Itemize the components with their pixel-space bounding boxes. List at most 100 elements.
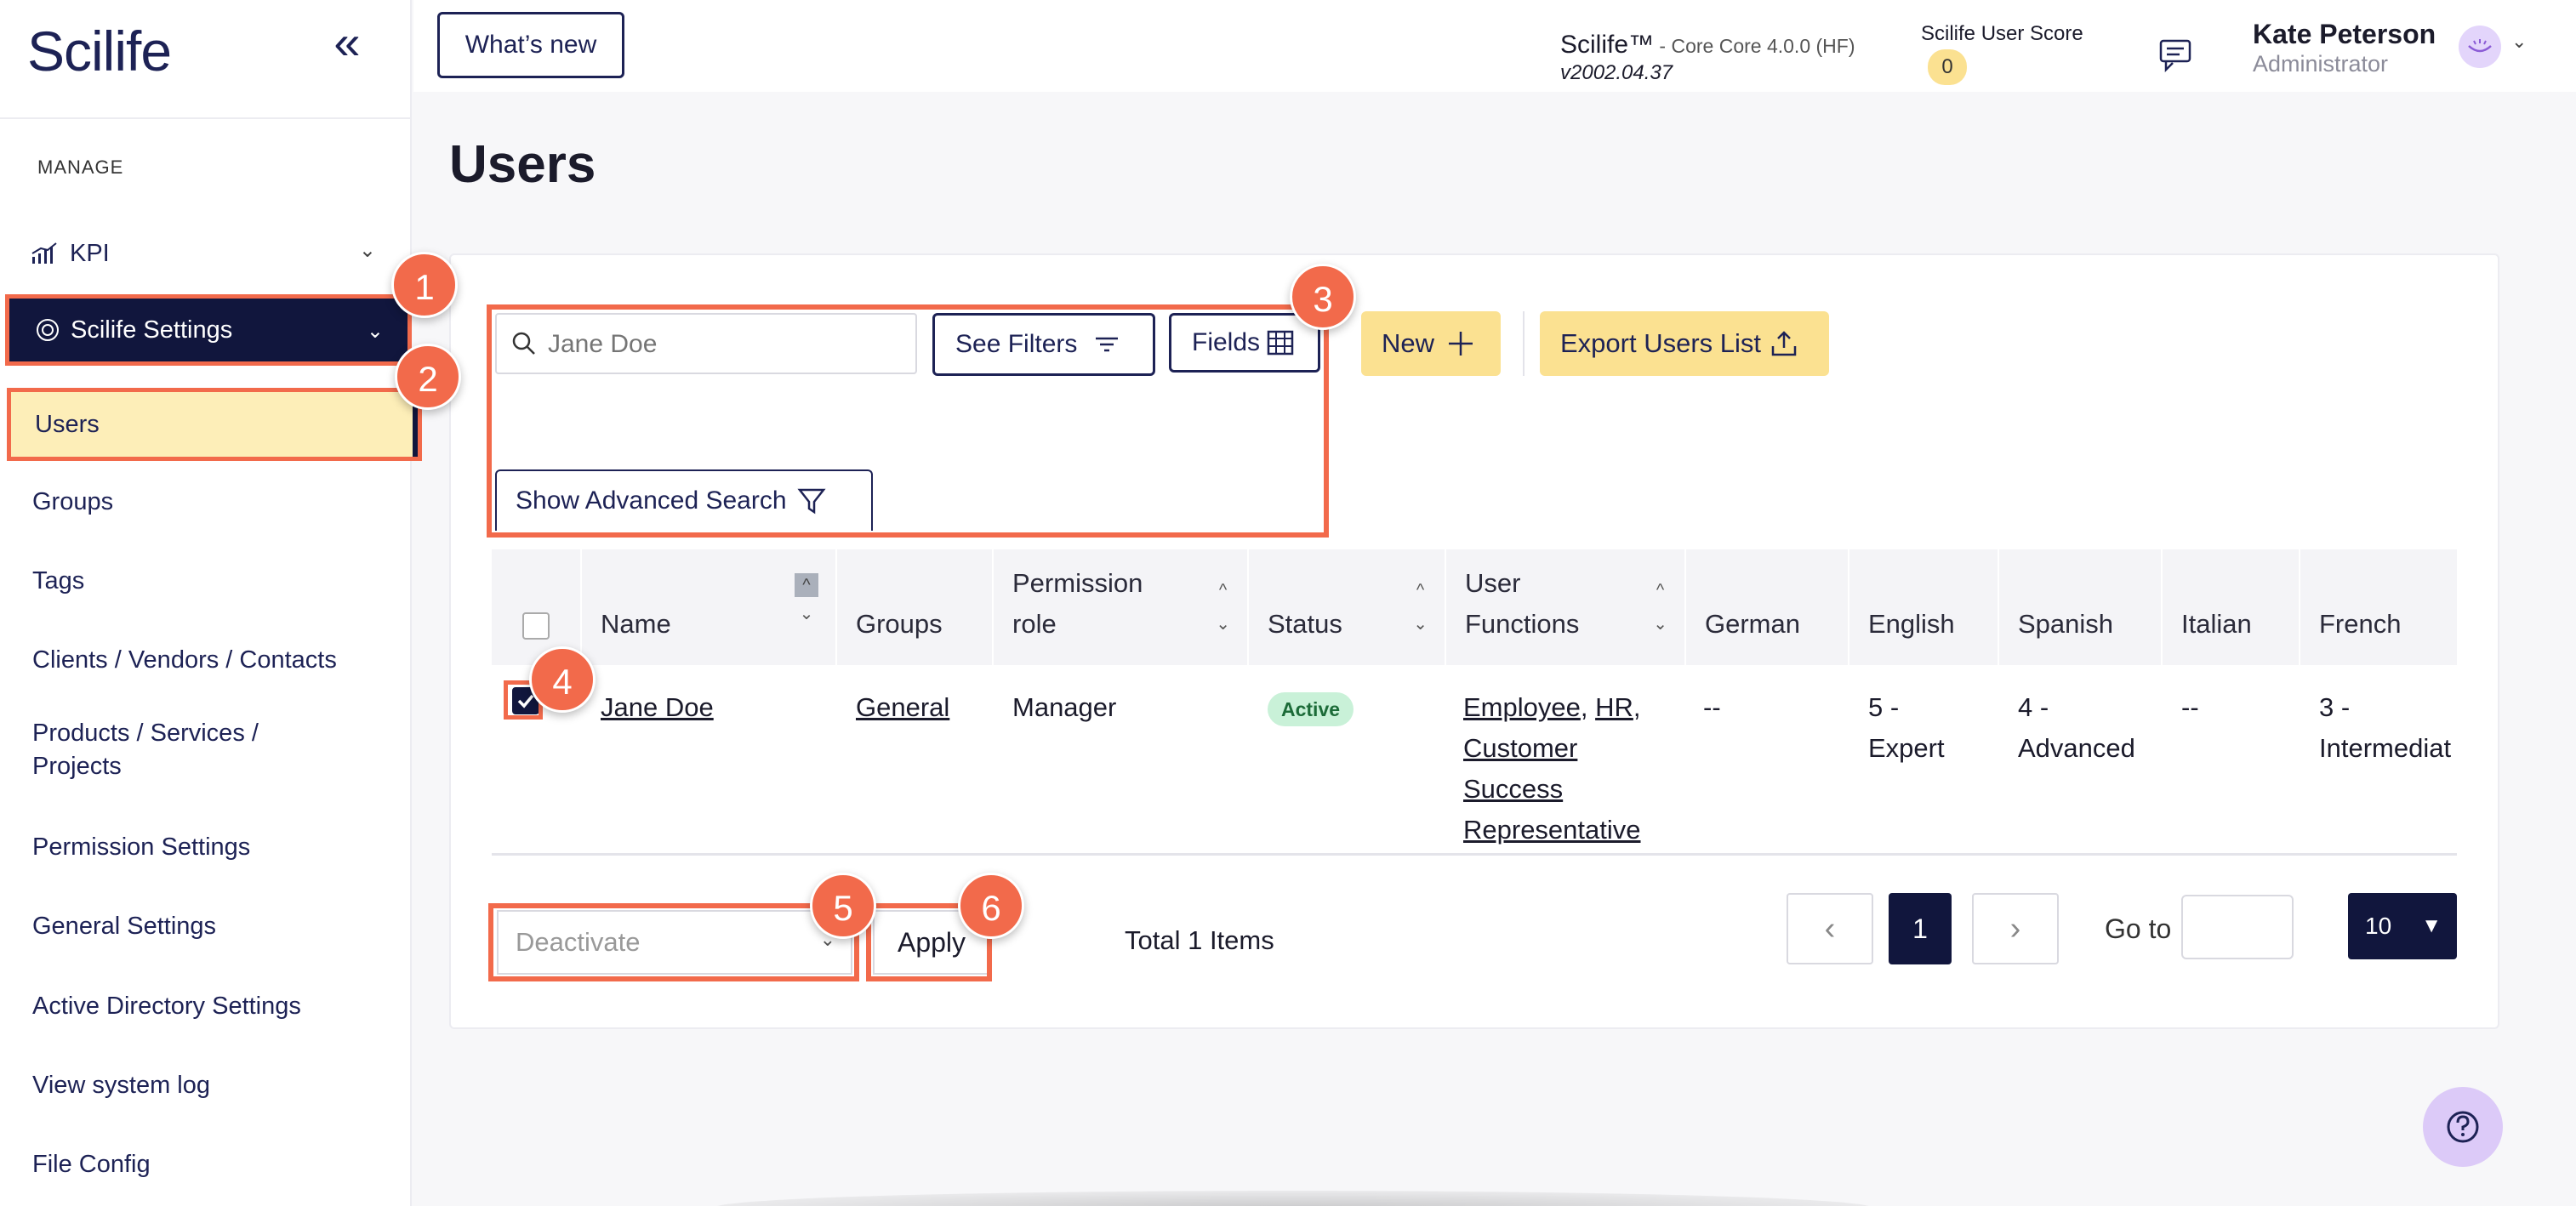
- chat-feedback-icon[interactable]: [2154, 39, 2193, 73]
- group-link[interactable]: General: [856, 692, 949, 722]
- sidebar-item-active-directory[interactable]: Active Directory Settings: [32, 993, 301, 1021]
- sidebar-item-groups[interactable]: Groups: [32, 488, 113, 516]
- english-level: 5 -: [1868, 692, 1900, 722]
- row-functions-cell: Employee, HR, Customer Success Represent…: [1463, 692, 1641, 845]
- header-name-label: Name: [601, 609, 671, 639]
- header-permission-label: Permission role: [1012, 563, 1143, 645]
- page-size-select[interactable]: 10 ▼: [2348, 893, 2457, 959]
- sort-toggle-icon[interactable]: ^ ⌄: [795, 573, 818, 631]
- sidebar-item-tags[interactable]: Tags: [32, 567, 84, 595]
- section-label-manage: MANAGE: [37, 156, 124, 178]
- chevron-down-icon[interactable]: ⌄: [2511, 31, 2527, 53]
- plus-icon: [1449, 332, 1473, 356]
- callout-badge: 1: [391, 252, 458, 318]
- function-link[interactable]: Representative: [1463, 815, 1641, 845]
- top-bar: [413, 0, 2576, 92]
- collapse-sidebar-icon[interactable]: «: [325, 19, 369, 70]
- select-all-checkbox[interactable]: [522, 612, 550, 640]
- english-level-name: Expert: [1868, 733, 1945, 763]
- sidebar-item-system-log[interactable]: View system log: [32, 1072, 210, 1100]
- status-badge: Active: [1268, 692, 1354, 726]
- avatar[interactable]: [2459, 26, 2501, 68]
- sidebar-item-general-settings[interactable]: General Settings: [32, 913, 216, 941]
- sidebar-item-label: KPI: [70, 239, 110, 267]
- page-size-value: 10: [2365, 913, 2392, 939]
- callout-badge: 5: [810, 873, 876, 939]
- user-role: Administrator: [2253, 51, 2389, 77]
- row-name-cell: Jane Doe: [601, 687, 714, 728]
- row-status-cell: Active: [1268, 687, 1354, 728]
- header-user-functions[interactable]: User Functions ^ ⌄: [1446, 549, 1686, 665]
- prev-page-button[interactable]: ‹: [1787, 893, 1873, 964]
- question-icon: [2447, 1111, 2479, 1143]
- header-permission-role[interactable]: Permission role ^ ⌄: [994, 549, 1249, 665]
- function-link[interactable]: Employee: [1463, 692, 1581, 722]
- header-functions-line2: Functions: [1465, 609, 1580, 639]
- app-name-sub: - Core Core 4.0.0 (HF): [1654, 35, 1855, 57]
- sidebar-item-users[interactable]: Users: [7, 388, 422, 461]
- chevron-down-icon: ⌄: [358, 239, 376, 262]
- new-user-button[interactable]: New: [1361, 311, 1501, 376]
- highlight-search-toolbar: [487, 304, 1329, 538]
- sidebar-item-file-config[interactable]: File Config: [32, 1151, 151, 1179]
- highlight-bulk-action: [488, 903, 859, 981]
- callout-badge: 4: [529, 646, 596, 713]
- sidebar-item-kpi[interactable]: KPI ⌄: [31, 236, 385, 270]
- sort-toggle-icon[interactable]: ^ ⌄: [1216, 573, 1230, 641]
- sidebar-item-scilife-settings[interactable]: Scilife Settings ⌄: [5, 294, 412, 366]
- header-permission-line2: role: [1012, 609, 1057, 639]
- sidebar-item-products-services[interactable]: Products / Services /: [32, 720, 259, 748]
- row-english-cell: 5 - Expert: [1868, 687, 1945, 769]
- function-link[interactable]: Customer: [1463, 733, 1577, 763]
- goto-label: Go to: [2105, 913, 2172, 944]
- chart-bars-icon: [31, 242, 57, 264]
- current-page[interactable]: 1: [1889, 893, 1952, 964]
- sidebar-item-projects[interactable]: Projects: [32, 753, 122, 781]
- user-score-label: Scilife User Score: [1921, 22, 2083, 45]
- header-french-label: French: [2319, 609, 2402, 639]
- goto-page-input[interactable]: [2181, 895, 2294, 959]
- header-spanish-label: Spanish: [2018, 609, 2114, 639]
- new-label: New: [1382, 328, 1435, 358]
- spanish-level-name: Advanced: [2018, 733, 2135, 763]
- user-name-link[interactable]: Jane Doe: [601, 692, 714, 722]
- header-functions-line1: User: [1465, 568, 1521, 598]
- sort-toggle-icon[interactable]: ^ ⌄: [1413, 573, 1428, 641]
- upload-icon: [1771, 331, 1797, 356]
- header-german-label: German: [1705, 609, 1800, 639]
- sidebar-item-label: Users: [35, 410, 100, 438]
- chevron-down-icon: ⌄: [366, 320, 384, 343]
- function-link[interactable]: HR: [1595, 692, 1633, 722]
- function-link[interactable]: Success: [1463, 774, 1563, 804]
- sidebar-item-label: Scilife Settings: [71, 316, 233, 344]
- header-permission-line1: Permission: [1012, 568, 1143, 598]
- sidebar-item-clients-vendors-contacts[interactable]: Clients / Vendors / Contacts: [32, 646, 337, 674]
- header-italian-label: Italian: [2181, 609, 2252, 639]
- settings-circle-icon: [37, 319, 59, 341]
- app-name: Scilife™ - Core Core 4.0.0 (HF): [1560, 31, 1855, 60]
- header-name[interactable]: Name ^ ⌄: [582, 549, 837, 665]
- header-groups: Groups: [837, 549, 994, 665]
- user-score-badge: 0: [1928, 49, 1967, 85]
- export-users-button[interactable]: Export Users List: [1540, 311, 1829, 376]
- sidebar: Scilife « MANAGE KPI ⌄ Scilife Settings …: [0, 0, 422, 1206]
- user-name: Kate Peterson: [2253, 19, 2436, 49]
- next-page-button[interactable]: ›: [1972, 893, 2059, 964]
- toolbar-divider: [1523, 311, 1525, 376]
- header-spanish: Spanish: [1999, 549, 2163, 665]
- help-button[interactable]: [2423, 1087, 2503, 1167]
- header-french: French: [2300, 549, 2457, 665]
- whats-new-button[interactable]: What’s new: [437, 12, 624, 78]
- sort-toggle-icon[interactable]: ^ ⌄: [1653, 573, 1667, 641]
- header-status[interactable]: Status ^ ⌄: [1249, 549, 1446, 665]
- row-italian-cell: --: [2181, 692, 2199, 722]
- sidebar-item-permission-settings[interactable]: Permission Settings: [32, 833, 250, 862]
- header-german: German: [1686, 549, 1849, 665]
- header-functions-label: User Functions: [1465, 563, 1579, 645]
- row-permission-cell: Manager: [1012, 692, 1117, 722]
- header-english: English: [1849, 549, 1999, 665]
- app-version: v2002.04.37: [1560, 61, 1673, 84]
- row-spanish-cell: 4 - Advanced: [2018, 687, 2135, 769]
- eye-avatar-icon: [2468, 39, 2492, 53]
- row-group-cell: General: [856, 687, 949, 728]
